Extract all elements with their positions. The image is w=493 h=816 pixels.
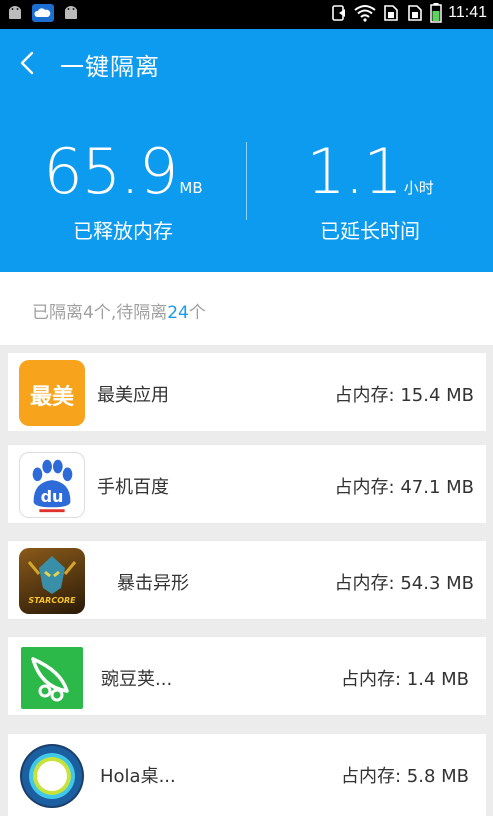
android-icon [65,6,77,19]
back-arrow-icon[interactable] [14,47,42,79]
hola-icon [20,744,84,808]
time-extended-stat: 1.1 小时 已延长时间 [247,97,493,272]
app-memory: 占内存: 47.1 MB [334,477,474,498]
list-item[interactable]: du 手机百度 占内存: 47.1 MB [8,445,486,523]
app-memory: 占内存: 5.8 MB [340,766,469,787]
zuimei-icon-text: 最美 [29,385,74,410]
cloud-app-icon [32,4,54,22]
memory-released-label: 已释放内存 [73,219,173,243]
summary-suffix: 个 [188,303,206,323]
sim-signal-icon [408,5,422,21]
game-icon: STARCORE [19,548,85,614]
phone-vibrate-icon [332,5,346,21]
memory-released-unit: MB [179,179,203,197]
app-name: 最美应用 [97,385,169,406]
app-header: 一键隔离 [0,29,493,97]
time-extended-value: 1.1 [306,135,403,208]
app-memory: 占内存: 54.3 MB [334,573,474,594]
game-icon-text: STARCORE [28,596,76,605]
baidu-icon: du [19,452,85,518]
zuimei-icon: 最美 [19,360,85,426]
page-title: 一键隔离 [60,53,160,81]
app-name: 豌豆荚... [101,669,173,690]
time-extended-label: 已延长时间 [320,219,420,243]
pending-count: 24 [167,303,189,323]
memory-released-stat: 65.9 MB 已释放内存 [0,97,246,272]
time-extended-value-wrap: 1.1 小时 [247,135,493,208]
memory-released-value-wrap: 65.9 MB [0,135,246,208]
wandoujia-icon [21,647,83,709]
stats-panel: 65.9 MB 已释放内存 1.1 小时 已延长时间 [0,97,493,272]
memory-released-value: 65.9 [43,135,178,208]
list-item[interactable]: STARCORE 暴击异形 占内存: 54.3 MB [8,541,486,619]
wifi-icon [354,5,376,22]
hola-ring-icon [22,746,82,806]
summary-prefix: 已隔离4个,待隔离 [32,303,168,323]
list-item[interactable]: Hola桌... 占内存: 5.8 MB [8,734,486,816]
list-item[interactable]: 最美 最美应用 占内存: 15.4 MB [8,353,486,431]
list-item[interactable]: 豌豆荚... 占内存: 1.4 MB [8,637,486,715]
android-icon [9,6,21,19]
summary-text: 已隔离4个,待隔离24个 [32,298,206,323]
wandoujia-pod-icon [31,657,69,702]
app-name: 暴击异形 [117,573,189,594]
baidu-paw-icon [32,459,73,513]
app-memory: 占内存: 1.4 MB [340,669,469,690]
app-name: 手机百度 [97,477,169,498]
status-time: 11:41 [448,4,487,21]
status-bar: 11:41 [0,0,493,29]
time-extended-unit: 小时 [403,179,434,197]
battery-icon [430,3,442,23]
sim-signal-icon [384,5,398,21]
app-memory: 占内存: 15.4 MB [334,385,474,406]
isolation-summary: 已隔离4个,待隔离24个 [0,272,493,345]
app-name: Hola桌... [100,766,176,787]
baidu-icon-text: du [40,487,64,506]
